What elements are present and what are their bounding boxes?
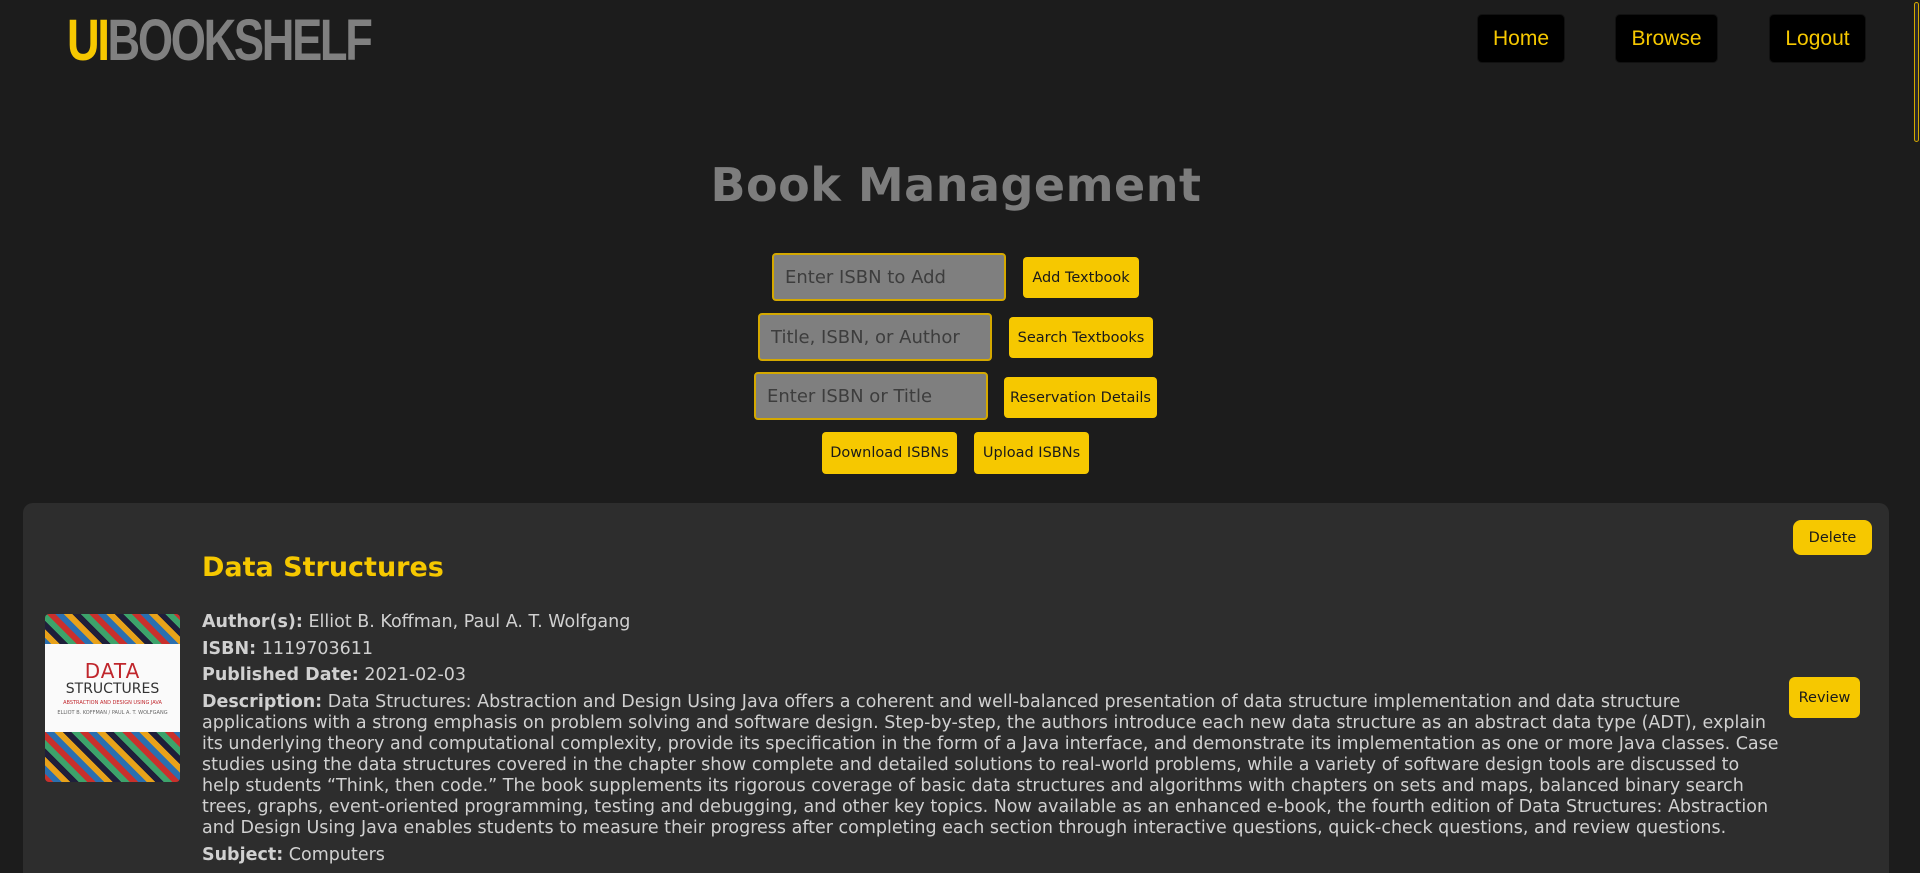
book-subject: Subject: Computers [202, 845, 385, 866]
reservation-details-button[interactable]: Reservation Details [1004, 377, 1157, 418]
cover-line2: STRUCTURES [65, 680, 160, 697]
scrollbar-thumb[interactable] [1914, 2, 1919, 142]
add-textbook-button[interactable]: Add Textbook [1023, 257, 1139, 298]
description-label: Description: [202, 692, 323, 712]
reservation-input[interactable] [767, 385, 986, 407]
download-isbns-button[interactable]: Download ISBNs [822, 432, 957, 474]
nav-home-button[interactable]: Home [1477, 14, 1565, 63]
subject-value: Computers [288, 845, 385, 865]
page-scrollbar[interactable] [1912, 0, 1920, 873]
book-published-date: Published Date: 2021-02-03 [202, 665, 466, 686]
add-isbn-field[interactable] [772, 253, 1006, 301]
isbn-value: 1119703611 [261, 639, 374, 659]
logo-bookshelf-text: BOOKSHELF [107, 8, 373, 73]
published-label: Published Date: [202, 665, 359, 685]
authors-value: Elliot B. Koffman, Paul A. T. Wolfgang [308, 612, 631, 632]
reservation-field[interactable] [754, 372, 988, 420]
review-button[interactable]: Review [1789, 677, 1860, 718]
book-isbn: ISBN: 1119703611 [202, 639, 373, 660]
book-authors: Author(s): Elliot B. Koffman, Paul A. T.… [202, 612, 630, 633]
cover-line1: DATA [84, 658, 141, 683]
book-title: Data Structures [202, 552, 444, 583]
nav-logout-button[interactable]: Logout [1769, 14, 1866, 63]
cover-title-panel: DATA STRUCTURES ABSTRACTION AND DESIGN U… [45, 644, 180, 732]
search-textbooks-button[interactable]: Search Textbooks [1009, 317, 1153, 358]
nav-browse-button[interactable]: Browse [1615, 14, 1718, 63]
subject-label: Subject: [202, 845, 284, 865]
authors-label: Author(s): [202, 612, 303, 632]
delete-button[interactable]: Delete [1793, 520, 1872, 555]
page-title: Book Management [710, 158, 1202, 212]
upload-isbns-button[interactable]: Upload ISBNs [974, 432, 1089, 474]
book-cover-image: DATA STRUCTURES ABSTRACTION AND DESIGN U… [45, 614, 180, 782]
logo-ui-text: UI [67, 8, 110, 73]
search-input[interactable] [771, 326, 990, 348]
isbn-label: ISBN: [202, 639, 257, 659]
site-logo[interactable]: UIBOOKSHELF [67, 8, 373, 73]
cover-line3: ABSTRACTION AND DESIGN USING JAVA [63, 699, 162, 706]
add-isbn-input[interactable] [785, 266, 1004, 288]
search-field[interactable] [758, 313, 992, 361]
description-value: Data Structures: Abstraction and Design … [202, 692, 1779, 838]
book-description: Description: Data Structures: Abstractio… [202, 692, 1782, 839]
cover-line4: ELLIOT B. KOFFMAN / PAUL A. T. WOLFGANG [57, 709, 168, 716]
published-value: 2021-02-03 [364, 665, 467, 685]
